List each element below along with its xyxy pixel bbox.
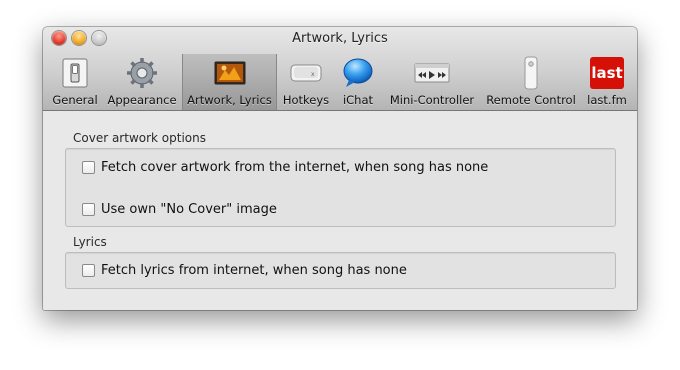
toolbar-item-mini-controller[interactable]: Mini-Controller (383, 54, 481, 110)
cover-section-label: Cover artwork options (73, 131, 206, 145)
lyrics-section-label: Lyrics (73, 235, 107, 249)
use-own-no-cover-label[interactable]: Use own "No Cover" image (101, 202, 277, 217)
toolbar-item-ichat[interactable]: iChat (337, 54, 379, 110)
toolbar-item-general[interactable]: General (52, 54, 98, 110)
toolbar-item-remote-control[interactable]: Remote Control (483, 54, 579, 110)
fetch-cover-checkbox[interactable] (82, 161, 95, 174)
svg-text:last: last (591, 64, 622, 82)
toolbar-label: Appearance (107, 93, 177, 107)
fetch-lyrics-checkbox[interactable] (82, 264, 95, 277)
fetch-cover-label[interactable]: Fetch cover artwork from the internet, w… (101, 160, 488, 175)
use-own-no-cover-option[interactable]: Use own "No Cover" image (82, 202, 277, 217)
preferences-window: Artwork, Lyrics General Appearance Artwo… (43, 27, 637, 310)
artwork-icon (213, 56, 247, 94)
use-own-no-cover-checkbox[interactable] (82, 203, 95, 216)
gear-icon (125, 56, 159, 94)
fetch-lyrics-label[interactable]: Fetch lyrics from internet, when song ha… (101, 263, 407, 278)
keyboard-key-icon: x (288, 56, 324, 94)
fetch-cover-option[interactable]: Fetch cover artwork from the internet, w… (82, 160, 488, 175)
toolbar-label: Mini-Controller (389, 93, 475, 107)
lyrics-options-group: Fetch lyrics from internet, when song ha… (65, 252, 616, 289)
switch-icon (58, 56, 92, 94)
toolbar-label: last.fm (587, 93, 627, 107)
toolbar-item-artwork-lyrics[interactable]: Artwork, Lyrics (182, 54, 277, 110)
toolbar-label: iChat (342, 93, 374, 107)
fetch-lyrics-option[interactable]: Fetch lyrics from internet, when song ha… (82, 263, 407, 278)
remote-control-icon (514, 56, 548, 94)
toolbar-label: General (52, 93, 98, 107)
toolbar-label: Artwork, Lyrics (187, 93, 272, 107)
toolbar-item-lastfm[interactable]: last last.fm (581, 54, 633, 110)
lastfm-icon: last (590, 56, 624, 94)
preferences-pane: Cover artwork options Fetch cover artwor… (43, 111, 637, 310)
toolbar-label: Remote Control (486, 93, 576, 107)
titlebar: Artwork, Lyrics General Appearance Artwo… (43, 27, 637, 111)
toolbar-item-appearance[interactable]: Appearance (104, 54, 180, 110)
ichat-bubble-icon (341, 56, 375, 94)
toolbar-item-hotkeys[interactable]: x Hotkeys (280, 54, 332, 110)
svg-text:x: x (311, 71, 315, 78)
mini-controller-icon (412, 56, 452, 94)
cover-options-group: Fetch cover artwork from the internet, w… (65, 148, 616, 227)
toolbar-label: Hotkeys (282, 93, 330, 107)
window-title: Artwork, Lyrics (292, 31, 388, 46)
